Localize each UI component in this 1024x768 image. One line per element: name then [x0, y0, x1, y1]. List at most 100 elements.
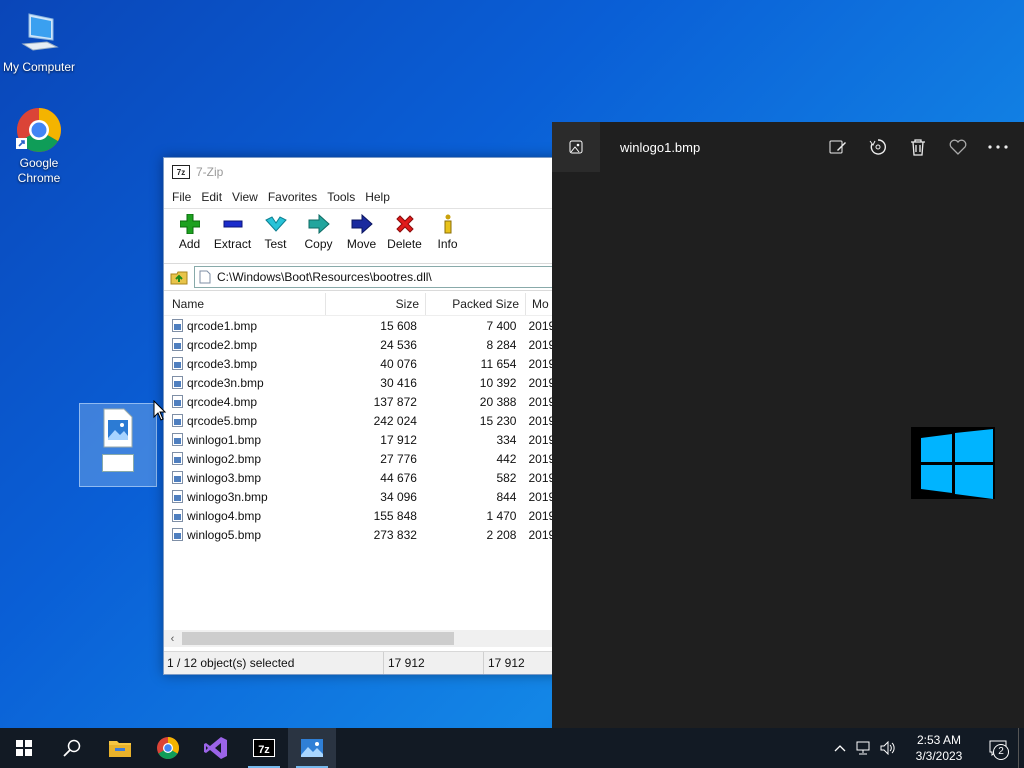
column-header: Name Size Packed Size Mo [164, 293, 564, 316]
column-name[interactable]: Name [164, 293, 326, 315]
delete-button[interactable]: Delete [383, 213, 426, 251]
move-icon [340, 213, 383, 235]
table-row[interactable]: qrcode4.bmp 137 872 20 388 2019 [164, 392, 564, 411]
extract-button[interactable]: Extract [211, 213, 254, 251]
desktop-icon-chrome[interactable]: Google Chrome [1, 106, 77, 186]
search-button[interactable] [48, 728, 96, 768]
notification-count: 2 [993, 744, 1009, 760]
info-icon [426, 213, 469, 235]
folder-up-button[interactable] [168, 267, 190, 287]
move-button[interactable]: Move [340, 213, 383, 251]
bmp-file-icon [172, 452, 183, 465]
bmp-file-icon [172, 433, 183, 446]
windows-logo-image [921, 429, 993, 499]
column-packed-size[interactable]: Packed Size [426, 293, 526, 315]
file-explorer-icon [109, 741, 131, 757]
status-size: 17 912 [384, 652, 484, 674]
edit-icon[interactable] [818, 122, 858, 172]
file-size: 242 024 [373, 413, 417, 428]
bmp-file-icon [172, 357, 183, 370]
file-packed-size: 2 208 [486, 527, 517, 542]
drag-ghost-file [79, 403, 157, 487]
menu-tools[interactable]: Tools [322, 190, 360, 204]
table-row[interactable]: winlogo1.bmp 17 912 334 2019 [164, 430, 564, 449]
file-size: 15 608 [380, 318, 417, 333]
table-row[interactable]: qrcode3n.bmp 30 416 10 392 2019 [164, 373, 564, 392]
photos-window[interactable]: winlogo1.bmp [552, 122, 1024, 728]
7zip-logo-icon: 7z [172, 165, 190, 179]
file-packed-size: 11 654 [480, 356, 517, 371]
network-icon[interactable] [852, 728, 876, 768]
chevron-up-icon[interactable] [828, 728, 852, 768]
table-row[interactable]: qrcode5.bmp 242 024 15 230 2019 [164, 411, 564, 430]
favorite-icon[interactable] [938, 122, 978, 172]
add-button[interactable]: Add [168, 213, 211, 251]
volume-icon[interactable] [876, 728, 900, 768]
file-packed-size: 10 392 [479, 375, 517, 390]
table-row[interactable]: qrcode3.bmp 40 076 11 654 2019 [164, 354, 564, 373]
table-row[interactable]: winlogo4.bmp 155 848 1 470 2019 [164, 506, 564, 525]
info-label: Info [437, 237, 458, 251]
more-icon[interactable] [978, 122, 1018, 172]
table-row[interactable]: qrcode1.bmp 15 608 7 400 2019 [164, 316, 564, 335]
test-button[interactable]: Test [254, 213, 297, 251]
delete-label: Delete [387, 237, 422, 251]
taskbar-visual-studio[interactable] [192, 728, 240, 768]
taskbar-7zip[interactable]: 7z [240, 728, 288, 768]
taskbar-photos[interactable] [288, 728, 336, 768]
column-size[interactable]: Size [326, 293, 426, 315]
file-list: qrcode1.bmp 15 608 7 400 2019 qrcode2.bm… [164, 316, 564, 544]
file-packed-size: 15 230 [479, 413, 517, 428]
file-icon [199, 270, 211, 284]
photo-filename: winlogo1.bmp [620, 139, 701, 155]
show-desktop-button[interactable] [1018, 728, 1024, 768]
desktop-icon-label: Chrome [17, 171, 61, 185]
taskbar-file-explorer[interactable] [96, 728, 144, 768]
mouse-cursor-icon [153, 399, 167, 425]
window-title: 7-Zip [196, 165, 224, 179]
photo-canvas[interactable] [911, 427, 995, 499]
see-all-photos-button[interactable] [552, 122, 600, 172]
table-row[interactable]: winlogo5.bmp 273 832 2 208 2019 [164, 525, 564, 544]
file-size: 34 096 [380, 489, 417, 504]
table-row[interactable]: winlogo3n.bmp 34 096 844 2019 [164, 487, 564, 506]
clock[interactable]: 2:53 AM 3/3/2023 [900, 732, 978, 764]
delete-icon[interactable] [898, 122, 938, 172]
path-input[interactable]: C:\Windows\Boot\Resources\bootres.dll\ [194, 266, 564, 288]
horizontal-scrollbar[interactable]: ‹ [164, 630, 564, 647]
table-row[interactable]: qrcode2.bmp 24 536 8 284 2019 [164, 335, 564, 354]
path-text: C:\Windows\Boot\Resources\bootres.dll\ [217, 270, 432, 284]
menu-view[interactable]: View [227, 190, 263, 204]
scroll-thumb[interactable] [182, 632, 454, 645]
bmp-file-icon [172, 338, 183, 351]
svg-text:7z: 7z [258, 744, 270, 756]
file-name: winlogo1.bmp [187, 432, 262, 447]
file-packed-size: 442 [496, 451, 517, 466]
menu-edit[interactable]: Edit [196, 190, 227, 204]
gallery-icon [569, 140, 583, 154]
menu-favorites[interactable]: Favorites [263, 190, 322, 204]
file-size: 137 872 [373, 394, 417, 409]
taskbar-chrome[interactable] [144, 728, 192, 768]
start-button[interactable] [0, 728, 48, 768]
table-row[interactable]: winlogo2.bmp 27 776 442 2019 [164, 449, 564, 468]
table-row[interactable]: winlogo3.bmp 44 676 582 2019 [164, 468, 564, 487]
file-size: 17 912 [380, 432, 417, 447]
title-bar[interactable]: 7z 7-Zip [164, 158, 564, 186]
file-size: 155 848 [373, 508, 417, 523]
info-button[interactable]: Info [426, 213, 469, 251]
bmp-file-icon [172, 490, 183, 503]
action-center-button[interactable]: 2 [978, 728, 1018, 768]
file-name: qrcode1.bmp [187, 318, 258, 333]
system-tray: 2:53 AM 3/3/2023 2 [828, 728, 1024, 768]
file-packed-size: 7 400 [486, 318, 517, 333]
menu-file[interactable]: File [167, 190, 196, 204]
desktop-icon-my-computer[interactable]: My Computer [1, 10, 77, 75]
rotate-icon[interactable] [858, 122, 898, 172]
file-packed-size: 582 [496, 470, 517, 485]
copy-button[interactable]: Copy [297, 213, 340, 251]
7zip-window[interactable]: 7z 7-Zip File Edit View Favorites Tools … [163, 157, 565, 675]
extract-label: Extract [213, 237, 252, 251]
menu-help[interactable]: Help [360, 190, 395, 204]
scroll-left-icon[interactable]: ‹ [164, 633, 181, 645]
